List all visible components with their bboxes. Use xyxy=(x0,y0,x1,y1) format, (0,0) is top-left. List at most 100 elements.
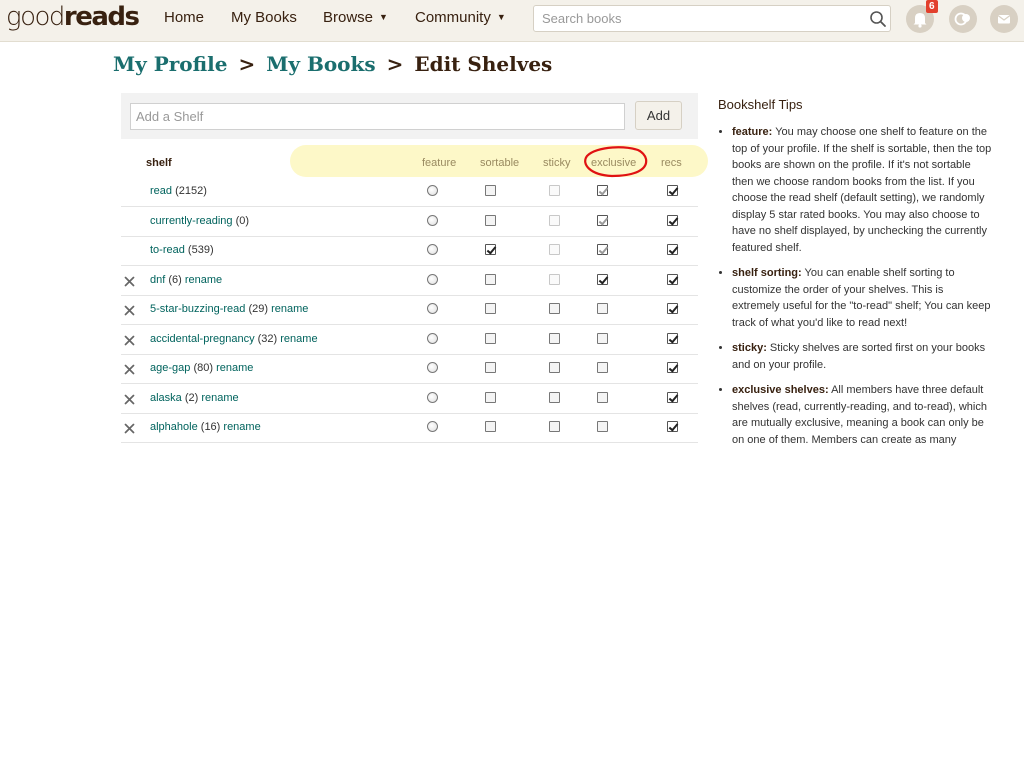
sortable-cell xyxy=(485,244,496,255)
rename-link[interactable]: rename xyxy=(216,362,253,374)
feature-radio[interactable] xyxy=(427,391,438,403)
exclusive-cell xyxy=(597,185,608,196)
friends-icon[interactable] xyxy=(949,5,977,33)
tip-label: feature: xyxy=(732,126,773,138)
feature-cell xyxy=(427,362,438,373)
recs-checkbox[interactable] xyxy=(667,391,678,403)
shelf-name-link[interactable]: to-read xyxy=(150,244,185,256)
sticky-checkbox[interactable] xyxy=(549,362,560,373)
rename-link[interactable]: rename xyxy=(201,392,238,404)
tip-item: feature: You may choose one shelf to fea… xyxy=(732,124,993,256)
breadcrumb-my-profile[interactable]: My Profile xyxy=(113,52,228,76)
search-icon[interactable] xyxy=(869,10,887,33)
sticky-checkbox[interactable] xyxy=(549,303,560,314)
feature-radio[interactable] xyxy=(427,332,438,344)
search-input[interactable] xyxy=(534,6,870,31)
recs-checkbox[interactable] xyxy=(667,273,678,285)
shelf-name-link[interactable]: age-gap xyxy=(150,362,190,374)
shelf-name-cell: alaska (2) rename xyxy=(150,392,239,404)
nav-my-books[interactable]: My Books xyxy=(231,9,297,26)
recs-checkbox[interactable] xyxy=(667,244,678,255)
exclusive-checkbox[interactable] xyxy=(597,391,608,403)
recs-cell xyxy=(667,362,678,373)
shelf-name-link[interactable]: dnf xyxy=(150,274,165,286)
exclusive-cell xyxy=(597,362,608,373)
sticky-cell xyxy=(549,332,560,344)
sortable-checkbox[interactable] xyxy=(485,185,496,196)
shelf-name-link[interactable]: 5-star-buzzing-read xyxy=(150,303,245,315)
sortable-checkbox[interactable] xyxy=(485,244,496,255)
delete-shelf-icon[interactable] xyxy=(124,333,135,351)
rename-link[interactable]: rename xyxy=(185,274,222,286)
shelf-name-cell: currently-reading (0) xyxy=(150,215,249,227)
feature-radio[interactable] xyxy=(427,421,438,432)
recs-checkbox[interactable] xyxy=(667,332,678,344)
feature-cell xyxy=(427,332,438,344)
nav-community[interactable]: Community ▼ xyxy=(415,9,506,26)
sortable-checkbox[interactable] xyxy=(485,362,496,373)
recs-checkbox[interactable] xyxy=(667,362,678,373)
sticky-cell xyxy=(549,185,560,196)
sticky-cell xyxy=(549,214,560,226)
recs-checkbox[interactable] xyxy=(667,185,678,196)
feature-cell xyxy=(427,244,438,255)
rename-link[interactable]: rename xyxy=(223,421,260,433)
exclusive-checkbox[interactable] xyxy=(597,332,608,344)
table-row: to-read (539) xyxy=(121,236,698,266)
nav-browse[interactable]: Browse ▼ xyxy=(323,9,388,26)
sortable-checkbox[interactable] xyxy=(485,421,496,432)
rename-link[interactable]: rename xyxy=(271,303,308,315)
sticky-checkbox[interactable] xyxy=(549,421,560,432)
chevron-down-icon: ▼ xyxy=(379,12,388,22)
sortable-checkbox[interactable] xyxy=(485,391,496,403)
sticky-checkbox[interactable] xyxy=(549,391,560,403)
feature-radio[interactable] xyxy=(427,303,438,314)
feature-radio[interactable] xyxy=(427,185,438,196)
delete-shelf-icon[interactable] xyxy=(124,274,135,292)
delete-shelf-icon[interactable] xyxy=(124,362,135,380)
feature-radio[interactable] xyxy=(427,362,438,373)
delete-shelf-icon[interactable] xyxy=(124,303,135,321)
recs-checkbox[interactable] xyxy=(667,421,678,432)
shelf-count: (80) xyxy=(193,362,213,374)
shelf-count: (6) xyxy=(168,273,182,286)
exclusive-checkbox xyxy=(597,185,608,196)
exclusive-cell xyxy=(597,391,608,403)
feature-radio[interactable] xyxy=(427,244,438,255)
delete-shelf-icon[interactable] xyxy=(124,392,135,410)
exclusive-checkbox xyxy=(597,244,608,255)
sticky-cell xyxy=(549,362,560,373)
exclusive-checkbox[interactable] xyxy=(597,273,608,285)
table-row: read (2152) xyxy=(121,177,698,207)
nav-home[interactable]: Home xyxy=(164,9,204,26)
exclusive-checkbox[interactable] xyxy=(597,421,608,432)
breadcrumb-my-books[interactable]: My Books xyxy=(266,52,375,76)
sticky-checkbox[interactable] xyxy=(549,332,560,344)
messages-icon[interactable] xyxy=(990,5,1018,33)
shelf-name-link[interactable]: read xyxy=(150,185,172,197)
sortable-checkbox[interactable] xyxy=(485,273,496,285)
shelf-name-link[interactable]: currently-reading xyxy=(150,215,233,227)
recs-checkbox[interactable] xyxy=(667,303,678,314)
recs-checkbox[interactable] xyxy=(667,214,678,226)
recs-cell xyxy=(667,303,678,314)
goodreads-logo[interactable]: goodreads xyxy=(6,2,140,32)
shelf-name-link[interactable]: alphahole xyxy=(150,421,198,433)
shelf-count: (539) xyxy=(187,244,214,256)
shelf-name-link[interactable]: alaska xyxy=(150,392,182,404)
sticky-cell xyxy=(549,421,560,432)
feature-radio[interactable] xyxy=(427,273,438,285)
sortable-checkbox[interactable] xyxy=(485,332,496,344)
sortable-cell xyxy=(485,332,496,344)
delete-shelf-icon[interactable] xyxy=(124,421,135,439)
shelf-name-cell: read (2152) xyxy=(150,185,207,197)
add-shelf-input[interactable] xyxy=(130,103,625,130)
sortable-checkbox[interactable] xyxy=(485,214,496,226)
feature-radio[interactable] xyxy=(427,214,438,226)
shelf-name-link[interactable]: accidental-pregnancy xyxy=(150,333,255,345)
exclusive-checkbox[interactable] xyxy=(597,362,608,373)
add-shelf-button[interactable]: Add xyxy=(635,101,682,130)
sortable-checkbox[interactable] xyxy=(485,303,496,314)
rename-link[interactable]: rename xyxy=(280,333,317,345)
exclusive-checkbox[interactable] xyxy=(597,303,608,314)
